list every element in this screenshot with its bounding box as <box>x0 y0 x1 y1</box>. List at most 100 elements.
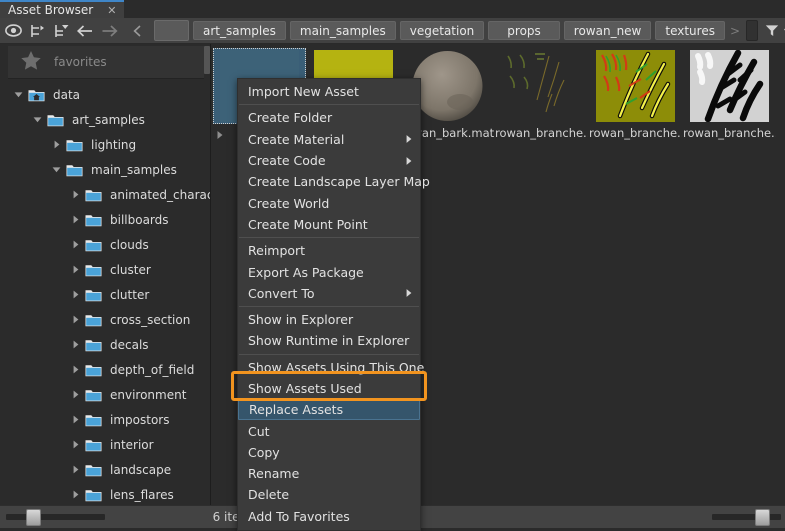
chevron-right-icon[interactable] <box>67 482 83 505</box>
tab-label: Asset Browser <box>8 3 93 17</box>
chevron-right-icon[interactable] <box>67 257 83 282</box>
tree-item-main_samples[interactable]: main_samples <box>0 157 210 182</box>
tree-item-impostors[interactable]: impostors <box>0 407 210 432</box>
chevron-right-icon[interactable] <box>67 182 83 207</box>
menu-item-rename[interactable]: Rename <box>238 463 420 484</box>
tree-item-clouds[interactable]: clouds <box>0 232 210 257</box>
breadcrumb-textures[interactable]: textures <box>655 21 725 40</box>
menu-item-replace-assets[interactable]: Replace Assets <box>238 399 420 420</box>
menu-item-delete[interactable]: Delete <box>238 484 420 505</box>
breadcrumb-props[interactable]: props <box>488 21 560 40</box>
chevron-right-icon[interactable] <box>67 407 83 432</box>
tree-item-clutter[interactable]: clutter <box>0 282 210 307</box>
chevron-right-icon[interactable] <box>67 432 83 457</box>
menu-separator <box>239 306 419 307</box>
breadcrumb-art_samples[interactable]: art_samples <box>193 21 286 40</box>
chevron-left-icon[interactable] <box>127 20 148 41</box>
breadcrumb-main_samples[interactable]: main_samples <box>290 21 396 40</box>
tree-item-label: decals <box>110 338 149 352</box>
path-overflow-button[interactable] <box>154 20 189 41</box>
menu-item-add-to-favorites[interactable]: Add To Favorites <box>238 506 420 527</box>
expand-tree-icon[interactable] <box>27 20 48 41</box>
tree-item-lens_flares[interactable]: lens_flares <box>0 482 210 505</box>
tree-item-animated_character[interactable]: animated_character <box>0 182 210 207</box>
zoom-slider-left-knob[interactable] <box>26 509 41 526</box>
asset-thumbnail[interactable] <box>495 48 588 124</box>
menu-item-copy[interactable]: Copy <box>238 442 420 463</box>
context-menu[interactable]: Import New Asset Create FolderCreate Mate… <box>237 78 421 531</box>
favorites-bar[interactable]: favorites <box>8 46 204 79</box>
menu-item-label: Cut <box>248 424 270 439</box>
chevron-down-icon[interactable] <box>48 157 64 182</box>
tree-item-lighting[interactable]: lighting <box>0 132 210 157</box>
search-field[interactable] <box>746 20 758 41</box>
asset-thumbnail[interactable] <box>683 48 776 124</box>
chevron-right-icon[interactable] <box>48 132 64 157</box>
close-icon[interactable]: ✕ <box>107 5 116 16</box>
tree-item-decals[interactable]: decals <box>0 332 210 357</box>
tree-item-label: art_samples <box>72 113 145 127</box>
menu-item-create-material[interactable]: Create Material <box>238 129 420 150</box>
tree-item-art_samples[interactable]: art_samples <box>0 107 210 132</box>
menu-item-show-runtime-in-explorer[interactable]: Show Runtime in Explorer <box>238 330 420 351</box>
tree-item-label: clouds <box>110 238 149 252</box>
menu-item-reimport[interactable]: Reimport <box>238 240 420 261</box>
breadcrumb-vegetation[interactable]: vegetation <box>400 21 485 40</box>
funnel-filter-icon[interactable] <box>761 20 782 41</box>
chevron-right-icon[interactable] <box>67 207 83 232</box>
menu-item-import-new-asset[interactable]: Import New Asset <box>238 81 420 102</box>
filter-controls <box>758 20 785 41</box>
highlight-annotation-box <box>231 371 427 401</box>
tree-item-cluster[interactable]: cluster <box>0 257 210 282</box>
asset-cell[interactable]: rowan_branche... <box>683 48 776 140</box>
thumbnail-branch-mask <box>690 50 769 122</box>
chevron-right-icon[interactable] <box>67 382 83 407</box>
menu-item-cut[interactable]: Cut <box>238 420 420 441</box>
menu-item-export-as-package[interactable]: Export As Package <box>238 261 420 282</box>
menu-item-create-code[interactable]: Create Code <box>238 150 420 171</box>
breadcrumb-rowan_new[interactable]: rowan_new <box>564 21 652 40</box>
menu-item-create-landscape-layer-map[interactable]: Create Landscape Layer Map <box>238 171 420 192</box>
menu-item-label: Import New Asset <box>248 84 359 99</box>
menu-item-label: Replace Assets <box>249 402 343 417</box>
tree-item-environment[interactable]: environment <box>0 382 210 407</box>
tree-item-interior[interactable]: interior <box>0 432 210 457</box>
visibility-eye-icon[interactable] <box>3 20 24 41</box>
menu-item-create-mount-point[interactable]: Create Mount Point <box>238 214 420 235</box>
tree-item-label: environment <box>110 388 186 402</box>
asset-cell[interactable]: rowan_branche... <box>495 48 588 140</box>
chevron-right-icon[interactable] <box>67 332 83 357</box>
asset-label: rowan_branche... <box>589 126 682 140</box>
menu-item-create-folder[interactable]: Create Folder <box>238 107 420 128</box>
tree-item-depth_of_field[interactable]: depth_of_field <box>0 357 210 382</box>
menu-item-create-world[interactable]: Create World <box>238 192 420 213</box>
menu-item-convert-to[interactable]: Convert To <box>238 283 420 304</box>
tab-asset-browser[interactable]: Asset Browser ✕ <box>0 0 124 18</box>
tree-item-billboards[interactable]: billboards <box>0 207 210 232</box>
zoom-slider-right-knob[interactable] <box>755 509 770 526</box>
chevron-right-icon[interactable] <box>67 357 83 382</box>
chevron-right-icon[interactable] <box>67 457 83 482</box>
tree-item-landscape[interactable]: landscape <box>0 457 210 482</box>
menu-item-show-in-explorer[interactable]: Show in Explorer <box>238 309 420 330</box>
zoom-slider-left-track[interactable] <box>6 514 105 520</box>
chevron-down-icon[interactable] <box>29 107 45 132</box>
chevron-right-icon[interactable] <box>67 282 83 307</box>
sidebar: favorites data art_samples lightingmain_sa… <box>0 44 211 505</box>
zoom-slider-right-track[interactable] <box>712 514 781 520</box>
asset-cell[interactable]: rowan_branche... <box>589 48 682 140</box>
tree-item-cross_section[interactable]: cross_section <box>0 307 210 332</box>
chevron-right-icon[interactable] <box>67 232 83 257</box>
tab-bar: Asset Browser ✕ <box>0 0 785 19</box>
chevron-down-icon[interactable] <box>10 82 26 107</box>
collapse-tree-icon[interactable] <box>51 20 72 41</box>
asset-thumbnail[interactable] <box>589 48 682 124</box>
tree-item-data[interactable]: data <box>0 82 210 107</box>
menu-item-label: Show in Explorer <box>248 312 353 327</box>
folder-icon <box>83 482 103 505</box>
chevron-right-icon[interactable] <box>67 307 83 332</box>
menu-item-label: Create Mount Point <box>248 217 368 232</box>
favorites-scrollbar[interactable] <box>204 46 210 74</box>
navigate-back-icon[interactable] <box>75 20 96 41</box>
folder-icon <box>45 107 65 132</box>
